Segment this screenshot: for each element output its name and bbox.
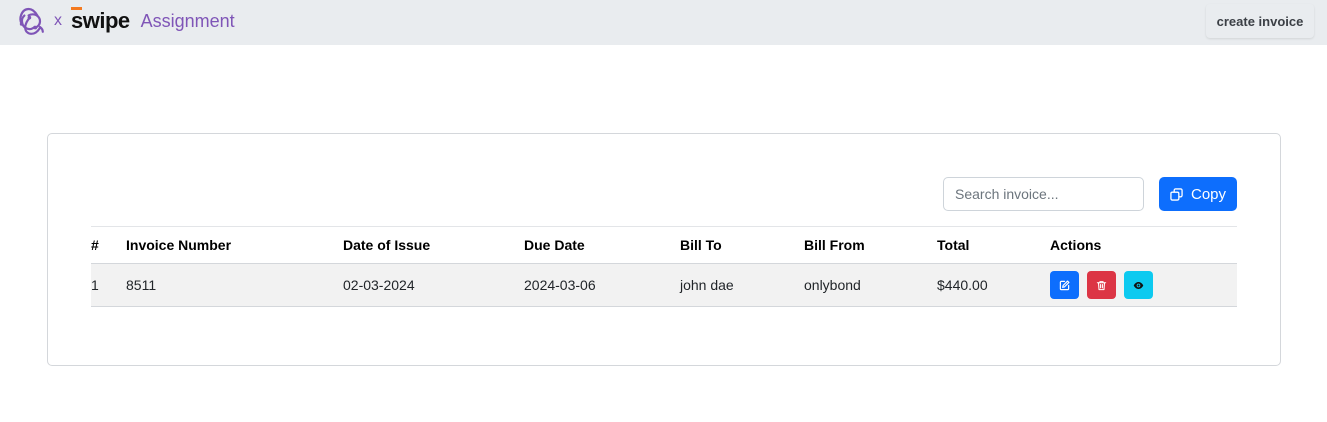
- cell-total: $440.00: [937, 277, 988, 293]
- edit-button[interactable]: [1050, 271, 1079, 299]
- copy-button-label: Copy: [1190, 185, 1227, 203]
- brand-title: Assignment: [140, 10, 235, 31]
- redux-icon: [19, 7, 44, 35]
- navbar: x swipe Assignment create invoice: [0, 0, 1327, 45]
- table-header-row: # Invoice Number Date of Issue Due Date …: [91, 226, 1237, 264]
- cell-date-of-issue: 02-03-2024: [343, 277, 415, 293]
- cell-invoice-number: 8511: [126, 277, 157, 293]
- column-header-due-date: Due Date: [524, 237, 585, 253]
- trash-icon: [1096, 280, 1107, 290]
- swipe-logo-accent: [71, 7, 82, 10]
- column-header-bill-from: Bill From: [804, 237, 865, 253]
- cell-bill-from: onlybond: [804, 277, 861, 293]
- cell-due-date: 2024-03-06: [524, 277, 596, 293]
- invoice-list-card: Copy # Invoice Number Date of Issue Due …: [47, 133, 1281, 366]
- column-header-date-of-issue: Date of Issue: [343, 237, 431, 253]
- table-row: 1 8511 02-03-2024 2024-03-06 john dae on…: [91, 263, 1237, 307]
- view-button[interactable]: [1124, 271, 1153, 299]
- column-header-bill-to: Bill To: [680, 237, 722, 253]
- brand[interactable]: x swipe Assignment: [14, 6, 235, 36]
- row-actions: [1050, 271, 1237, 299]
- create-invoice-button[interactable]: create invoice: [1206, 4, 1314, 38]
- search-input[interactable]: [943, 177, 1144, 211]
- cell-index: 1: [91, 277, 99, 293]
- delete-button[interactable]: [1087, 271, 1116, 299]
- column-header-index: #: [91, 237, 99, 253]
- cell-actions: [1050, 264, 1237, 307]
- swipe-logo-text: swipe: [71, 8, 130, 33]
- invoice-table: # Invoice Number Date of Issue Due Date …: [91, 226, 1237, 307]
- eye-icon: [1133, 281, 1144, 289]
- column-header-invoice-number: Invoice Number: [126, 237, 232, 253]
- column-header-actions: Actions: [1050, 237, 1102, 253]
- cell-bill-to: john dae: [680, 277, 734, 293]
- copy-icon: [1170, 187, 1183, 201]
- copy-button[interactable]: Copy: [1159, 177, 1237, 211]
- brand-separator: x: [54, 12, 62, 29]
- edit-icon: [1059, 280, 1070, 290]
- swipe-logo: swipe: [71, 7, 130, 33]
- column-header-total: Total: [937, 237, 970, 253]
